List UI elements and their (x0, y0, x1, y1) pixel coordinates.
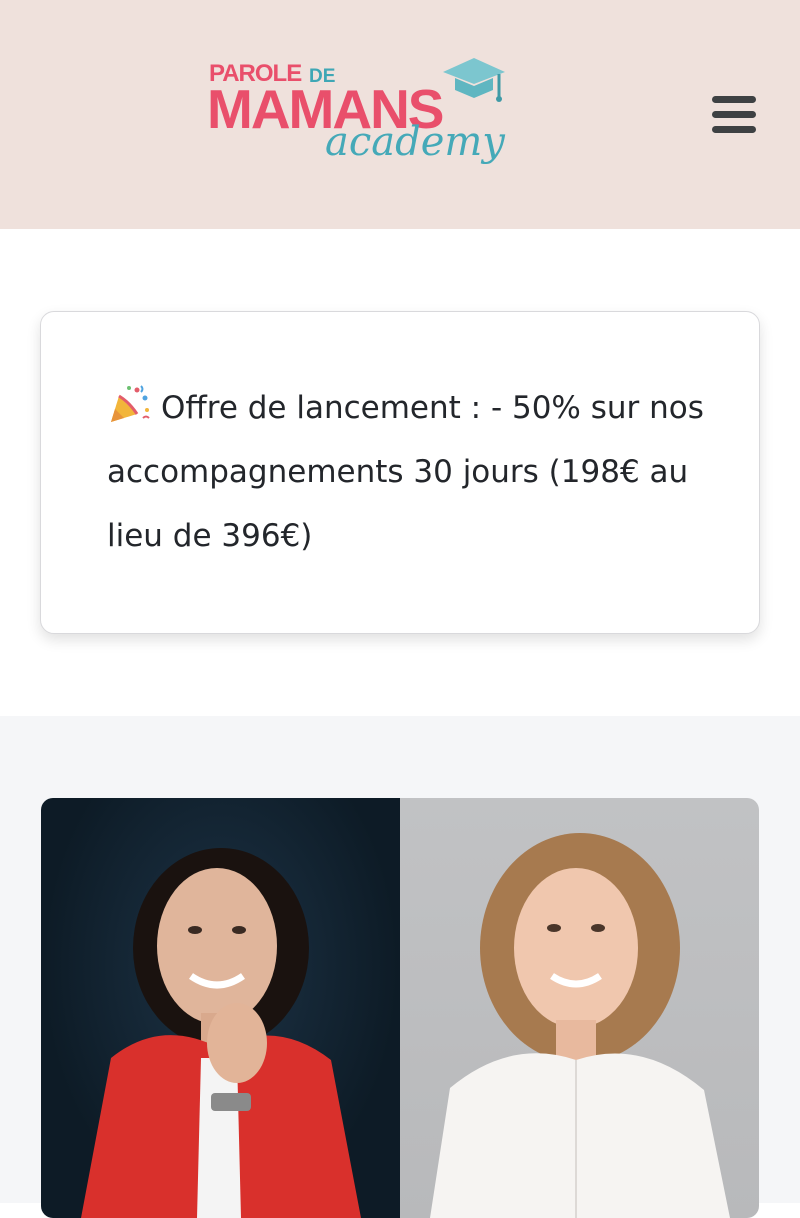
woman-white-blouse-photo (400, 798, 759, 1218)
team-section (0, 716, 800, 1218)
graduation-cap-icon (443, 58, 505, 102)
site-logo[interactable]: PAROLE DE MAMANS academy (205, 52, 515, 180)
promo-card: Offre de lancement : - 50% sur nos accom… (40, 311, 760, 634)
logo-academy-text: academy (325, 119, 505, 165)
team-photo-card (41, 798, 759, 1218)
site-header: PAROLE DE MAMANS academy (0, 0, 800, 229)
woman-red-blazer-photo (41, 798, 400, 1218)
promo-paragraph: Offre de lancement : - 50% sur nos accom… (107, 376, 707, 568)
party-popper-icon (111, 385, 150, 422)
hamburger-bar-bottom (712, 126, 756, 133)
promo-text: Offre de lancement : - 50% sur nos accom… (107, 390, 704, 554)
hamburger-bar-middle (712, 111, 756, 118)
hamburger-bar-top (712, 96, 756, 103)
promo-section: Offre de lancement : - 50% sur nos accom… (0, 229, 800, 716)
hamburger-menu-button[interactable] (706, 92, 762, 138)
